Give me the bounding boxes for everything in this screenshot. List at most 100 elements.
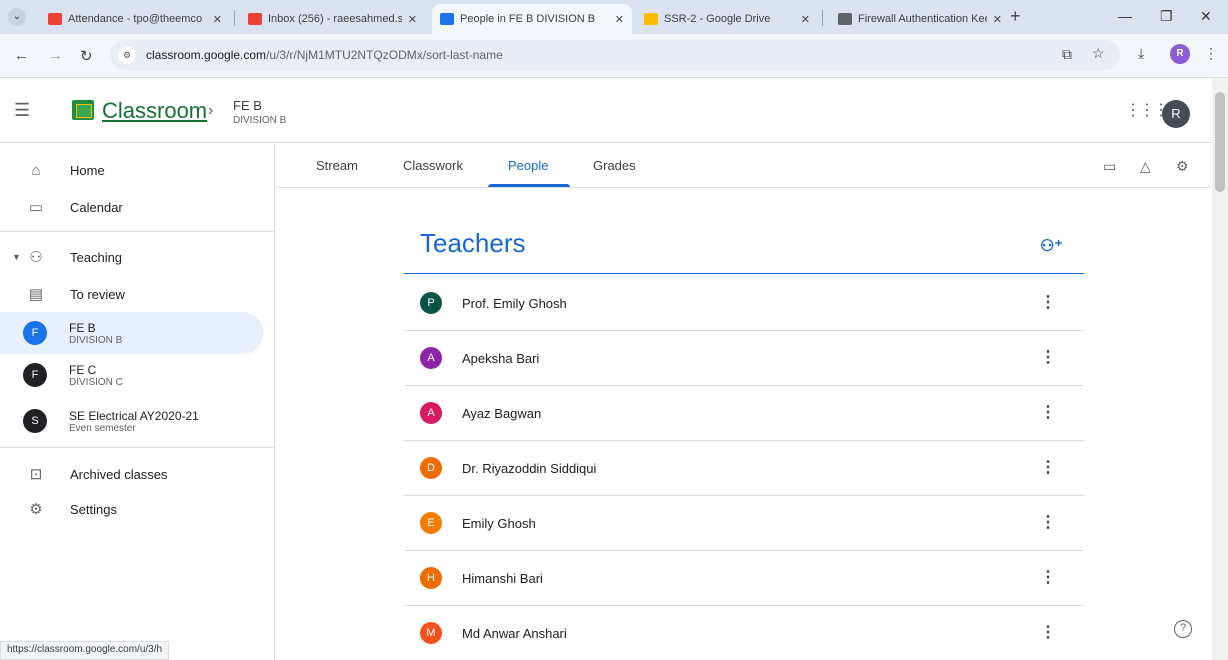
tab-favicon-icon [48,13,62,25]
heading-divider [404,273,1084,274]
status-bar-url: https://classroom.google.com/u/3/h [0,641,170,660]
account-avatar[interactable]: R [1162,100,1190,128]
browser-tab[interactable]: Attendance - tpo@theemco ✕ [40,4,230,34]
browser-toolbar: ← → ↻ ⚙ classroom.google.com/u/3/r/NjM1M… [0,34,1228,78]
class-avatar: F [23,321,47,345]
sidebar-class-item[interactable]: S SE Electrical AY2020-21 Even semester [0,400,263,442]
more-options-icon[interactable]: ⋮ [1040,292,1056,312]
close-tab-icon[interactable]: ✕ [993,13,1002,26]
divider [0,447,275,448]
reload-icon[interactable]: ↻ [80,47,93,65]
downloads-icon[interactable]: ⤓ [1138,45,1144,62]
more-options-icon[interactable]: ⋮ [1040,512,1056,532]
install-app-icon[interactable]: ⧉ [1062,46,1072,63]
class-title: FE B [69,320,96,335]
tab-separator [234,10,235,26]
classroom-logo-icon[interactable] [72,100,94,120]
teacher-list: P Prof. Emily Ghosh ⋮ A Apeksha Bari ⋮ A Ayaz B… [404,276,1084,660]
teacher-name: Himanshi Bari [462,570,543,586]
teacher-row: E Emily Ghosh ⋮ [404,496,1084,551]
sidebar-item-settings[interactable]: ⚙ Settings [0,489,263,529]
teacher-name: Ayaz Bagwan [462,405,542,421]
site-info-icon[interactable]: ⚙ [118,46,136,64]
main-menu-icon[interactable]: ☰ [14,100,30,121]
teacher-avatar: A [420,402,442,424]
teacher-name: Dr. Riyazoddin Siddiqui [462,460,597,476]
browser-tab[interactable]: SSR-2 - Google Drive ✕ [636,4,818,34]
minimize-icon[interactable]: — [1118,8,1132,24]
scrollbar-thumb[interactable] [1215,92,1225,192]
page-scrollbar[interactable] [1212,78,1228,660]
sidebar-item-home[interactable]: ⌂ Home [0,150,263,190]
google-apps-icon[interactable]: ⋮⋮⋮ [1125,100,1169,120]
teacher-row: A Ayaz Bagwan ⋮ [404,386,1084,441]
teacher-avatar: P [420,292,442,314]
chevron-right-icon: › [208,102,214,119]
bookmark-star-icon[interactable]: ☆ [1092,45,1105,62]
sidebar-item-calendar[interactable]: ▭ Calendar [0,187,263,227]
teacher-name: Prof. Emily Ghosh [462,295,567,311]
forward-icon[interactable]: → [48,47,63,64]
more-options-icon[interactable]: ⋮ [1040,457,1056,477]
course-section: DIVISION B [233,115,287,126]
browser-profile-avatar[interactable]: R [1170,44,1190,64]
class-subtitle: DIVISION C [69,376,123,388]
more-options-icon[interactable]: ⋮ [1040,622,1056,642]
class-settings-icon[interactable]: ⚙ [1176,158,1189,175]
browser-tab[interactable]: Firewall Authentication Keep ✕ [830,4,1010,34]
close-tab-icon[interactable]: ✕ [213,13,222,26]
tab-classwork[interactable]: Classwork [403,158,463,173]
sidebar-label: Calendar [70,199,123,215]
teacher-name: Apeksha Bari [462,350,540,366]
restore-icon[interactable]: ❐ [1160,8,1173,25]
browser-tab[interactable]: Inbox (256) - raeesahmed.sh ✕ [240,4,425,34]
class-avatar: S [23,409,47,433]
tab-title: SSR-2 - Google Drive [664,13,771,25]
address-bar[interactable]: ⚙ classroom.google.com/u/3/r/NjM1MTU2NTQ… [110,40,1120,70]
tab-favicon-icon [248,13,262,25]
teacher-name: Emily Ghosh [462,515,536,531]
sidebar-item-archived-classes[interactable]: ⊡ Archived classes [0,454,263,494]
class-subtitle: DIVISION B [69,334,123,346]
classroom-home-link[interactable]: Classroom [102,98,207,124]
calendar-icon[interactable]: ▭ [1103,158,1116,175]
back-icon[interactable]: ← [14,47,29,64]
close-tab-icon[interactable]: ✕ [408,13,417,26]
sidebar-class-item[interactable]: F FE C DIVISION C [0,354,263,396]
sidebar-item-teaching[interactable]: ▼ ⚇ Teaching [0,237,263,277]
invite-teacher-icon[interactable]: ⚇⁺ [1040,236,1063,256]
tab-separator [822,10,823,26]
more-options-icon[interactable]: ⋮ [1040,567,1056,587]
teacher-row: M Md Anwar Anshari ⋮ [404,606,1084,660]
browser-tab[interactable]: People in FE B DIVISION B ✕ [432,4,632,34]
calendar-icon: ▭ [28,199,44,216]
tab-grades[interactable]: Grades [593,158,636,173]
more-options-icon[interactable]: ⋮ [1040,347,1056,367]
home-icon: ⌂ [31,161,41,179]
browser-menu-icon[interactable]: ⋮ [1204,45,1218,62]
url-text[interactable]: classroom.google.com/u/3/r/NjM1MTU2NTQzO… [146,48,503,62]
sidebar-item-to-review[interactable]: ▤ To review [0,274,263,314]
tab-favicon-icon [644,13,658,25]
teacher-avatar: D [420,457,442,479]
class-tabs: Stream Classwork People Grades ▭ △ ⚙ [276,144,1212,188]
tab-people[interactable]: People [508,158,548,173]
caret-down-icon[interactable]: ▼ [12,252,21,262]
help-icon[interactable]: ? [1174,620,1192,638]
tab-stream[interactable]: Stream [316,158,358,173]
teacher-avatar: E [420,512,442,534]
more-options-icon[interactable]: ⋮ [1040,402,1056,422]
new-tab-button[interactable]: + [1010,6,1021,27]
tab-title: Firewall Authentication Keep [858,13,987,25]
sidebar-label: Teaching [70,249,123,265]
close-window-icon[interactable]: ✕ [1200,8,1212,25]
close-tab-icon[interactable]: ✕ [801,13,810,26]
close-tab-icon[interactable]: ✕ [615,13,624,26]
sidebar-label: To review [70,286,125,302]
tab-title: Inbox (256) - raeesahmed.sh [268,13,402,25]
sidebar-class-item[interactable]: F FE B DIVISION B [0,312,263,354]
url-path: /u/3/r/NjM1MTU2NTQzODMx/sort-last-name [266,48,503,62]
people-icon: ⚇ [29,249,43,266]
tab-search-icon[interactable]: ⌄ [8,8,26,26]
drive-folder-icon[interactable]: △ [1140,158,1151,175]
